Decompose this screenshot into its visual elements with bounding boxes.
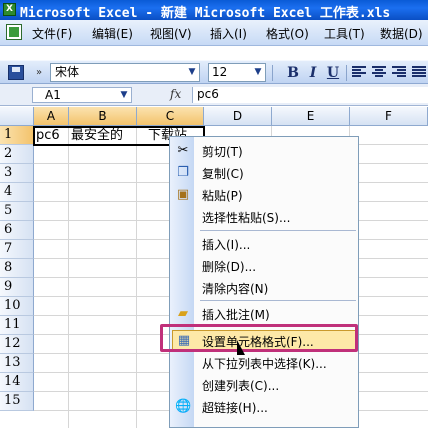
menu-item-hyperlink[interactable]: 🌐 超链接(H)...: [170, 396, 358, 418]
align-right-icon[interactable]: [392, 66, 406, 78]
row-header-12[interactable]: 12: [0, 335, 34, 354]
row-header-14[interactable]: 14: [0, 373, 34, 392]
name-box[interactable]: A1 ▼: [32, 87, 132, 103]
row-header-6[interactable]: 6: [0, 221, 34, 240]
menu-edit[interactable]: 编辑(E): [92, 25, 133, 42]
column-header-d[interactable]: D: [204, 107, 272, 126]
column-header-c[interactable]: C: [137, 107, 204, 126]
menu-item-copy[interactable]: ❐ 复制(C): [170, 162, 358, 184]
row-header-8[interactable]: 8: [0, 259, 34, 278]
menu-item-label: 创建列表(C)...: [202, 379, 280, 393]
toolbar-options-icon[interactable]: »: [30, 64, 48, 82]
font-name-value: 宋体: [55, 65, 80, 79]
menu-file[interactable]: 文件(F): [32, 25, 72, 42]
scissors-icon: ✂: [177, 143, 189, 158]
column-header-e[interactable]: E: [272, 107, 350, 126]
context-menu: ✂ 剪切(T) ❐ 复制(C) ▣ 粘贴(P) 选择性粘贴(S)... 插入(I…: [169, 136, 359, 428]
formatting-toolbar: » 宋体 ▼ 12 ▼ B I U: [0, 60, 428, 84]
column-header-f[interactable]: F: [350, 107, 428, 126]
menu-view[interactable]: 视图(V): [150, 25, 192, 42]
mouse-cursor-icon: [237, 340, 245, 355]
underline-button[interactable]: U: [324, 64, 342, 82]
save-icon[interactable]: [8, 65, 24, 80]
menu-item-paste-special[interactable]: 选择性粘贴(S)...: [170, 206, 358, 228]
row-header-15[interactable]: 15: [0, 392, 34, 411]
menu-item-cut[interactable]: ✂ 剪切(T): [170, 140, 358, 162]
row-header-2[interactable]: 2: [0, 145, 34, 164]
bold-button[interactable]: B: [284, 64, 302, 82]
menu-format[interactable]: 格式(O): [266, 25, 309, 42]
formula-input[interactable]: pc6: [192, 87, 428, 103]
column-header-a[interactable]: A: [34, 107, 69, 126]
menu-item-label: 复制(C): [202, 167, 244, 181]
comment-icon: ▰: [178, 306, 188, 321]
align-center-icon[interactable]: [372, 66, 386, 78]
menu-item-paste[interactable]: ▣ 粘贴(P): [170, 184, 358, 206]
row-header-11[interactable]: 11: [0, 316, 34, 335]
menu-tools[interactable]: 工具(T): [324, 25, 365, 42]
window-title: Microsoft Excel - 新建 Microsoft Excel 工作表…: [20, 6, 391, 21]
toolbar-divider: [272, 65, 273, 81]
highlight-annotation-frame: [160, 324, 358, 352]
paste-icon: ▣: [176, 187, 190, 202]
menu-item-insert[interactable]: 插入(I)...: [170, 233, 358, 255]
menu-bar: 文件(F) 编辑(E) 视图(V) 插入(I) 格式(O) 工具(T) 数据(D…: [0, 20, 428, 46]
row-header-3[interactable]: 3: [0, 164, 34, 183]
align-left-icon[interactable]: [352, 66, 366, 78]
row-header-5[interactable]: 5: [0, 202, 34, 221]
excel-app-icon[interactable]: X: [3, 3, 16, 16]
menu-item-label: 剪切(T): [202, 145, 243, 159]
menu-item-label: 粘贴(P): [202, 189, 243, 203]
menu-item-pick-from-list[interactable]: 从下拉列表中选择(K)...: [170, 352, 358, 374]
menu-insert[interactable]: 插入(I): [210, 25, 247, 42]
fx-icon[interactable]: fx: [170, 87, 181, 101]
menu-separator: [200, 300, 356, 301]
menu-separator: [200, 230, 356, 231]
column-header-b[interactable]: B: [69, 107, 137, 126]
row-header-4[interactable]: 4: [0, 183, 34, 202]
italic-button[interactable]: I: [304, 64, 322, 82]
menu-data[interactable]: 数据(D): [380, 25, 423, 42]
merge-center-icon[interactable]: [412, 66, 426, 78]
toolbar-divider: [346, 65, 347, 81]
menu-item-label: 插入(I)...: [202, 238, 251, 252]
menu-item-delete[interactable]: 删除(D)...: [170, 255, 358, 277]
title-bar: X Microsoft Excel - 新建 Microsoft Excel 工…: [0, 0, 428, 21]
menu-item-label: 超链接(H)...: [202, 401, 268, 415]
row-header-10[interactable]: 10: [0, 297, 34, 316]
chevron-down-icon[interactable]: ▼: [117, 88, 131, 102]
font-size-value: 12: [212, 65, 228, 79]
row-header-7[interactable]: 7: [0, 240, 34, 259]
chevron-down-icon[interactable]: ▼: [185, 64, 199, 81]
name-box-value: A1: [45, 88, 61, 102]
menu-item-label: 从下拉列表中选择(K)...: [202, 357, 327, 371]
menu-item-label: 插入批注(M): [202, 308, 270, 322]
menu-item-insert-comment[interactable]: ▰ 插入批注(M): [170, 303, 358, 325]
row-header-9[interactable]: 9: [0, 278, 34, 297]
menu-item-label: 选择性粘贴(S)...: [202, 211, 291, 225]
font-size-select[interactable]: 12 ▼: [208, 63, 266, 82]
menu-item-clear-contents[interactable]: 清除内容(N): [170, 277, 358, 299]
copy-icon: ❐: [177, 165, 189, 180]
font-name-select[interactable]: 宋体 ▼: [50, 63, 200, 82]
menu-item-create-list[interactable]: 创建列表(C)...: [170, 374, 358, 396]
select-all-corner[interactable]: [0, 107, 34, 126]
chevron-down-icon[interactable]: ▼: [251, 64, 265, 81]
menu-item-label: 删除(D)...: [202, 260, 257, 274]
hyperlink-icon: 🌐: [175, 399, 192, 414]
row-header-13[interactable]: 13: [0, 354, 34, 373]
menu-item-label: 清除内容(N): [202, 282, 269, 296]
formula-bar: A1 ▼ fx pc6: [0, 84, 428, 106]
workbook-icon[interactable]: [6, 24, 22, 40]
row-header-1[interactable]: 1: [0, 126, 34, 145]
